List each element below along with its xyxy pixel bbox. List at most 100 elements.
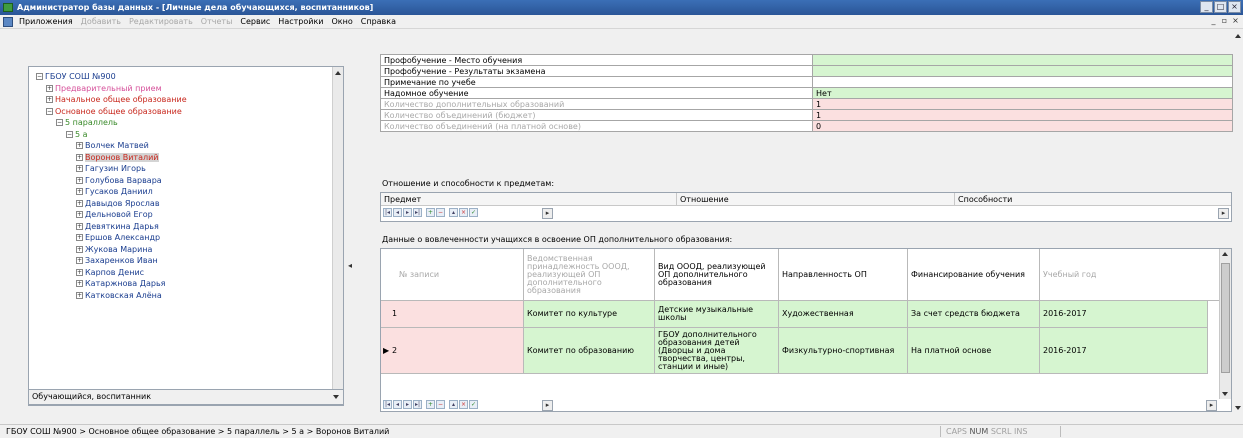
edit-record-icon[interactable]: ▴: [449, 400, 458, 409]
add-record-icon[interactable]: +: [426, 208, 435, 217]
add-record-icon[interactable]: +: [426, 400, 435, 409]
cell-institution-type[interactable]: Детские музыкальные школы: [655, 301, 779, 328]
expand-icon[interactable]: +: [46, 96, 53, 103]
minimize-button[interactable]: _: [1200, 1, 1213, 13]
tree-node[interactable]: − ГБОУ СОШ №900: [36, 72, 116, 83]
tree-node[interactable]: + Девяткина Дарья: [76, 222, 159, 233]
property-value[interactable]: Нет: [812, 87, 1233, 99]
menu-applications[interactable]: Приложения: [15, 15, 77, 28]
tree-node[interactable]: + Давыдов Ярослав: [76, 199, 160, 210]
expand-icon[interactable]: +: [76, 268, 83, 276]
maximize-button[interactable]: □: [1214, 1, 1227, 13]
cell-record-number[interactable]: 2: [381, 328, 524, 374]
delete-record-icon[interactable]: −: [436, 208, 445, 217]
column-header-abilities[interactable]: Способности: [955, 193, 1231, 206]
post-edit-icon[interactable]: ✓: [469, 208, 478, 217]
tree-node[interactable]: + Дельновой Егор: [76, 210, 153, 221]
mdi-minimize-button[interactable]: _: [1208, 16, 1219, 27]
menu-reports[interactable]: Отчеты: [197, 15, 237, 28]
cell-school-year[interactable]: 2016-2017: [1040, 301, 1208, 328]
property-row[interactable]: Количество дополнительных образований 1: [380, 98, 1233, 110]
prev-record-icon[interactable]: ◂: [393, 208, 402, 217]
tree-node[interactable]: + Катковская Алёна: [76, 291, 162, 302]
cell-program-direction[interactable]: Художественная: [779, 301, 908, 328]
scroll-up-icon[interactable]: [1235, 34, 1241, 38]
tree-node[interactable]: + Начальное общее образование: [46, 95, 187, 106]
document-window-icon[interactable]: [3, 17, 13, 27]
property-value[interactable]: [812, 76, 1233, 88]
scroll-right-end-icon[interactable]: ▸: [1218, 208, 1229, 219]
property-value[interactable]: 1: [812, 109, 1233, 121]
next-record-icon[interactable]: ▸: [403, 208, 412, 217]
prev-record-icon[interactable]: ◂: [393, 400, 402, 409]
scroll-right-icon[interactable]: ▸: [542, 400, 553, 411]
expand-icon[interactable]: +: [46, 84, 53, 92]
column-header-subject[interactable]: Предмет: [381, 193, 677, 206]
tree-node[interactable]: + Гагузин Игорь: [76, 164, 146, 175]
tree-footer-selector[interactable]: Обучающийся, воспитанник: [28, 389, 344, 405]
property-row[interactable]: Количество объединений (бюджет) 1: [380, 109, 1233, 121]
expand-icon[interactable]: +: [76, 222, 83, 230]
tree-node[interactable]: + Волчек Матвей: [76, 141, 149, 152]
panel-splitter[interactable]: ◂: [344, 29, 358, 415]
menu-settings[interactable]: Настройки: [274, 15, 327, 28]
property-value[interactable]: [812, 65, 1233, 77]
column-header-record-number[interactable]: № записи: [381, 249, 524, 301]
tree-node[interactable]: −5 а: [66, 130, 88, 141]
close-button[interactable]: ×: [1228, 1, 1241, 13]
cell-record-number[interactable]: 1: [381, 301, 524, 328]
tree-node[interactable]: + Жукова Марина: [76, 245, 152, 256]
property-value[interactable]: [812, 54, 1233, 66]
first-record-icon[interactable]: |◂: [383, 400, 392, 409]
collapse-icon[interactable]: −: [36, 73, 43, 80]
expand-icon[interactable]: +: [76, 211, 83, 218]
tree-node[interactable]: −5 параллель: [56, 118, 118, 129]
scroll-up-icon[interactable]: [335, 71, 341, 75]
column-header-department[interactable]: Ведомственная принадлежность ОООД, реали…: [524, 249, 655, 301]
edit-record-icon[interactable]: ▴: [449, 208, 458, 217]
post-edit-icon[interactable]: ✓: [469, 400, 478, 409]
scroll-thumb[interactable]: [1221, 263, 1230, 373]
splitter-collapse-icon[interactable]: ◂: [348, 261, 352, 270]
cancel-edit-icon[interactable]: ×: [459, 400, 468, 409]
column-header-funding[interactable]: Финансирование обучения: [908, 249, 1040, 301]
last-record-icon[interactable]: ▸|: [413, 400, 422, 409]
cell-school-year[interactable]: 2016-2017: [1040, 328, 1208, 374]
expand-icon[interactable]: +: [76, 234, 83, 241]
expand-icon[interactable]: +: [76, 188, 83, 195]
expand-icon[interactable]: +: [76, 165, 83, 172]
collapse-icon[interactable]: −: [46, 107, 53, 115]
mdi-close-button[interactable]: ×: [1230, 16, 1241, 27]
property-row[interactable]: Надомное обучение Нет: [380, 87, 1233, 99]
property-value[interactable]: 0: [812, 120, 1233, 132]
property-row[interactable]: Количество объединений (на платной основ…: [380, 120, 1233, 132]
tree-node[interactable]: − Основное общее образование: [46, 107, 182, 118]
collapse-icon[interactable]: −: [66, 130, 73, 138]
menu-window[interactable]: Окно: [327, 15, 356, 28]
menu-service[interactable]: Сервис: [236, 15, 274, 28]
menu-add[interactable]: Добавить: [77, 15, 125, 28]
cell-program-direction[interactable]: Физкультурно-спортивная: [779, 328, 908, 374]
column-header-attitude[interactable]: Отношение: [677, 193, 955, 206]
main-vertical-scrollbar[interactable]: [1233, 29, 1243, 415]
tree-node[interactable]: + Гусаков Даниил: [76, 187, 153, 198]
collapse-icon[interactable]: −: [56, 119, 63, 126]
expand-icon[interactable]: +: [76, 199, 83, 207]
scroll-right-end-icon[interactable]: ▸: [1206, 400, 1217, 411]
mdi-restore-button[interactable]: ▫: [1219, 16, 1230, 27]
tree-node[interactable]: + Карпов Денис: [76, 268, 144, 279]
delete-record-icon[interactable]: −: [436, 400, 445, 409]
expand-icon[interactable]: +: [76, 257, 83, 264]
tree-node[interactable]: + Катаржнова Дарья: [76, 279, 165, 290]
column-header-institution-type[interactable]: Вид ОООД, реализующей ОП дополнительного…: [655, 249, 779, 301]
column-header-program-direction[interactable]: Направленность ОП: [779, 249, 908, 301]
tree-node[interactable]: + Воронов Виталий: [76, 152, 159, 164]
expand-icon[interactable]: +: [76, 280, 83, 287]
property-row[interactable]: Примечание по учебе: [380, 76, 1233, 88]
last-record-icon[interactable]: ▸|: [413, 208, 422, 217]
cell-department[interactable]: Комитет по культуре: [524, 301, 655, 328]
tree-node[interactable]: + Захаренков Иван: [76, 256, 158, 267]
cell-funding[interactable]: На платной основе: [908, 328, 1040, 374]
tree-node[interactable]: + Голубова Варвара: [76, 176, 162, 187]
expand-icon[interactable]: +: [76, 245, 83, 253]
